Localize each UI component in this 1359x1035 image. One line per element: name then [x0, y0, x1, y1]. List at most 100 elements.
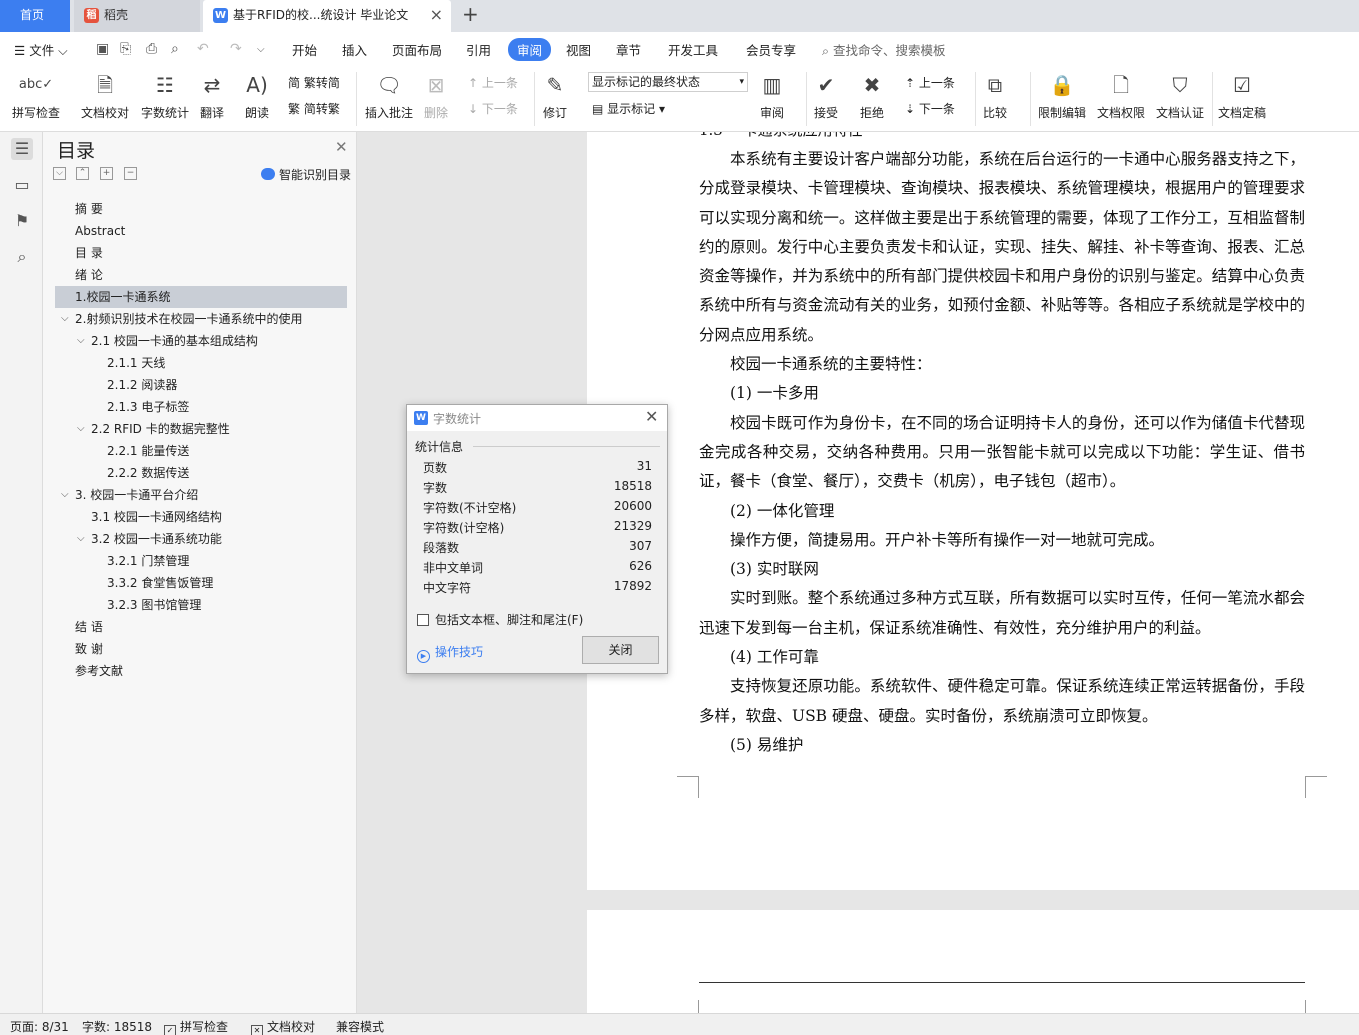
toc-item[interactable]: 2.2.2 数据传送: [55, 462, 347, 484]
close-icon[interactable]: ✕: [335, 138, 348, 156]
read-aloud-button[interactable]: A) 朗读: [245, 70, 269, 121]
word-count-button[interactable]: ☷ 字数统计: [141, 70, 189, 121]
chevron-down-icon[interactable]: ⌵: [61, 308, 69, 330]
prev-change-button[interactable]: ⇡ 上一条: [905, 74, 955, 91]
word-count-indicator[interactable]: 字数: 18518: [82, 1018, 152, 1035]
toc-item[interactable]: Abstract: [55, 220, 347, 242]
tab-home[interactable]: 首页: [0, 0, 70, 32]
toc-item[interactable]: 3.3.2 食堂售饭管理: [55, 572, 347, 594]
close-button[interactable]: 关闭: [582, 636, 659, 664]
document-page[interactable]: [587, 910, 1359, 1013]
prev-comment-button[interactable]: ↑ 上一条: [468, 74, 518, 91]
page-indicator[interactable]: 页面: 8/31: [10, 1018, 69, 1035]
menu-insert[interactable]: 插入: [342, 40, 367, 59]
toc-item[interactable]: 2.1.2 阅读器: [55, 374, 347, 396]
insert-comment-button[interactable]: 🗨 插入批注: [365, 70, 413, 121]
tab-document[interactable]: W 基于RFID的校...统设计 毕业论文 ×: [203, 0, 451, 32]
toc-item[interactable]: ⌵ 2.1 校园一卡通的基本组成结构: [55, 330, 347, 352]
tips-link[interactable]: ▶ 操作技巧: [417, 643, 483, 663]
undo-icon[interactable]: ↶: [197, 41, 209, 57]
toc-item[interactable]: 2.2.1 能量传送: [55, 440, 347, 462]
new-tab-icon[interactable]: +: [462, 2, 479, 26]
toc-item[interactable]: 摘 要: [55, 198, 347, 220]
prev-comment-icon: ↑: [468, 76, 479, 90]
chevron-down-icon[interactable]: ⌵: [61, 484, 69, 506]
toc-item[interactable]: 3.2.1 门禁管理: [55, 550, 347, 572]
next-change-button[interactable]: ⇣ 下一条: [905, 100, 955, 117]
toc-item[interactable]: 3.2.3 图书馆管理: [55, 594, 347, 616]
close-icon[interactable]: ✕: [645, 407, 658, 426]
chevron-down-icon[interactable]: ⌵: [77, 418, 85, 440]
next-comment-button[interactable]: ↓ 下一条: [468, 100, 518, 117]
toc-item-label: 参考文献: [75, 664, 124, 678]
toc-item[interactable]: 2.1.3 电子标签: [55, 396, 347, 418]
delete-comment-button[interactable]: ⊠ 删除: [424, 70, 448, 121]
toc-item[interactable]: 结 语: [55, 616, 347, 638]
translate-button[interactable]: ⇄ 翻译: [200, 70, 224, 121]
toc-item[interactable]: 绪 论: [55, 264, 347, 286]
spell-check-button[interactable]: abc✓ 拼写检查: [12, 70, 60, 121]
customize-icon[interactable]: ⌵: [257, 44, 265, 55]
toc-item[interactable]: 1.校园一卡通系统: [55, 286, 347, 308]
file-menu[interactable]: ☰ 文件 ⌵: [14, 40, 68, 59]
menu-page-layout[interactable]: 页面布局: [392, 40, 442, 59]
accept-button[interactable]: ✔ 接受: [814, 70, 838, 121]
doc-proof-button[interactable]: 🗎 文档校对: [81, 70, 129, 121]
print-icon[interactable]: ⎙: [146, 41, 157, 57]
print-preview-icon[interactable]: ⌕: [171, 41, 179, 57]
trad-to-simp-button[interactable]: 简 繁转简: [288, 74, 340, 91]
revise-button[interactable]: ✎ 修订: [543, 70, 567, 121]
toc-item[interactable]: 目 录: [55, 242, 347, 264]
doc-proof-status[interactable]: ✕ 文档校对: [251, 1018, 315, 1035]
menu-chapter[interactable]: 章节: [616, 40, 641, 59]
document-body[interactable]: 1.3 一卡通系统应用特性 本系统有主要设计客户端部分功能，系统在后台运行的一卡…: [699, 132, 1305, 760]
redo-icon[interactable]: ↷: [230, 41, 242, 57]
menu-review[interactable]: 审阅: [508, 38, 552, 61]
toc-item[interactable]: ⌵ 2.射频识别技术在校园一卡通系统中的使用: [55, 308, 347, 330]
output-icon[interactable]: ⎘: [120, 41, 131, 57]
doc-finalize-button[interactable]: ☑ 文档定稿: [1218, 70, 1266, 121]
remove-heading-icon[interactable]: −: [124, 167, 137, 180]
markup-state-select[interactable]: 显示标记的最终状态 ▾: [588, 72, 748, 92]
menu-developer[interactable]: 开发工具: [668, 40, 718, 59]
save-icon[interactable]: ▣: [96, 41, 109, 57]
toc-item[interactable]: ⌵ 2.2 RFID 卡的数据完整性: [55, 418, 347, 440]
menu-references[interactable]: 引用: [466, 40, 491, 59]
doc-permission-button[interactable]: 🗋 文档权限: [1097, 70, 1145, 121]
command-search[interactable]: ⌕ 查找命令、搜索模板: [822, 40, 946, 59]
show-markup-button[interactable]: ▤ 显示标记 ▾: [592, 100, 665, 117]
checkbox-box[interactable]: [417, 614, 429, 626]
chevron-down-icon[interactable]: ⌵: [77, 330, 85, 352]
expand-up-icon[interactable]: ⌃: [76, 167, 89, 180]
reject-button[interactable]: ✖ 拒绝: [860, 70, 884, 121]
review-pane-button[interactable]: ▥ 审阅: [760, 70, 784, 121]
bookmark-icon[interactable]: ⚑: [11, 210, 33, 232]
toc-icon[interactable]: ☰: [11, 138, 33, 160]
search-icon: ⌕: [822, 43, 830, 58]
restrict-edit-button[interactable]: 🔒 限制编辑: [1038, 70, 1086, 121]
toc-item[interactable]: 致 谢: [55, 638, 347, 660]
toc-item[interactable]: ⌵ 3. 校园一卡通平台介绍: [55, 484, 347, 506]
toc-item[interactable]: 2.1.1 天线: [55, 352, 347, 374]
add-heading-icon[interactable]: +: [100, 167, 113, 180]
compare-button[interactable]: ⧉ 比较: [983, 70, 1007, 121]
doc-certify-button[interactable]: ⛉ 文档认证: [1156, 70, 1204, 121]
collapse-all-icon[interactable]: ⌵: [53, 167, 66, 180]
toc-item[interactable]: ⌵ 3.2 校园一卡通系统功能: [55, 528, 347, 550]
chevron-down-icon[interactable]: ⌵: [77, 528, 85, 550]
toc-item-label: 3.2.3 图书馆管理: [107, 598, 202, 612]
include-textbox-checkbox[interactable]: 包括文本框、脚注和尾注(F): [417, 611, 583, 628]
search-icon[interactable]: ⌕: [11, 246, 33, 268]
menu-start[interactable]: 开始: [292, 40, 317, 59]
chapter-nav-icon[interactable]: ▭: [11, 174, 33, 196]
document-page[interactable]: 1.3 一卡通系统应用特性 本系统有主要设计客户端部分功能，系统在后台运行的一卡…: [587, 132, 1359, 890]
spell-check-status[interactable]: ✓ 拼写检查: [164, 1018, 228, 1035]
smart-toc-button[interactable]: 智能识别目录: [261, 166, 351, 183]
close-tab-icon[interactable]: ×: [430, 0, 443, 30]
toc-item[interactable]: 3.1 校园一卡通网络结构: [55, 506, 347, 528]
toc-item[interactable]: 参考文献: [55, 660, 347, 682]
menu-member[interactable]: 会员专享: [746, 40, 796, 59]
menu-view[interactable]: 视图: [566, 40, 591, 59]
tab-daoke[interactable]: 稻 稻壳: [74, 0, 200, 32]
simp-to-trad-button[interactable]: 繁 简转繁: [288, 100, 340, 117]
